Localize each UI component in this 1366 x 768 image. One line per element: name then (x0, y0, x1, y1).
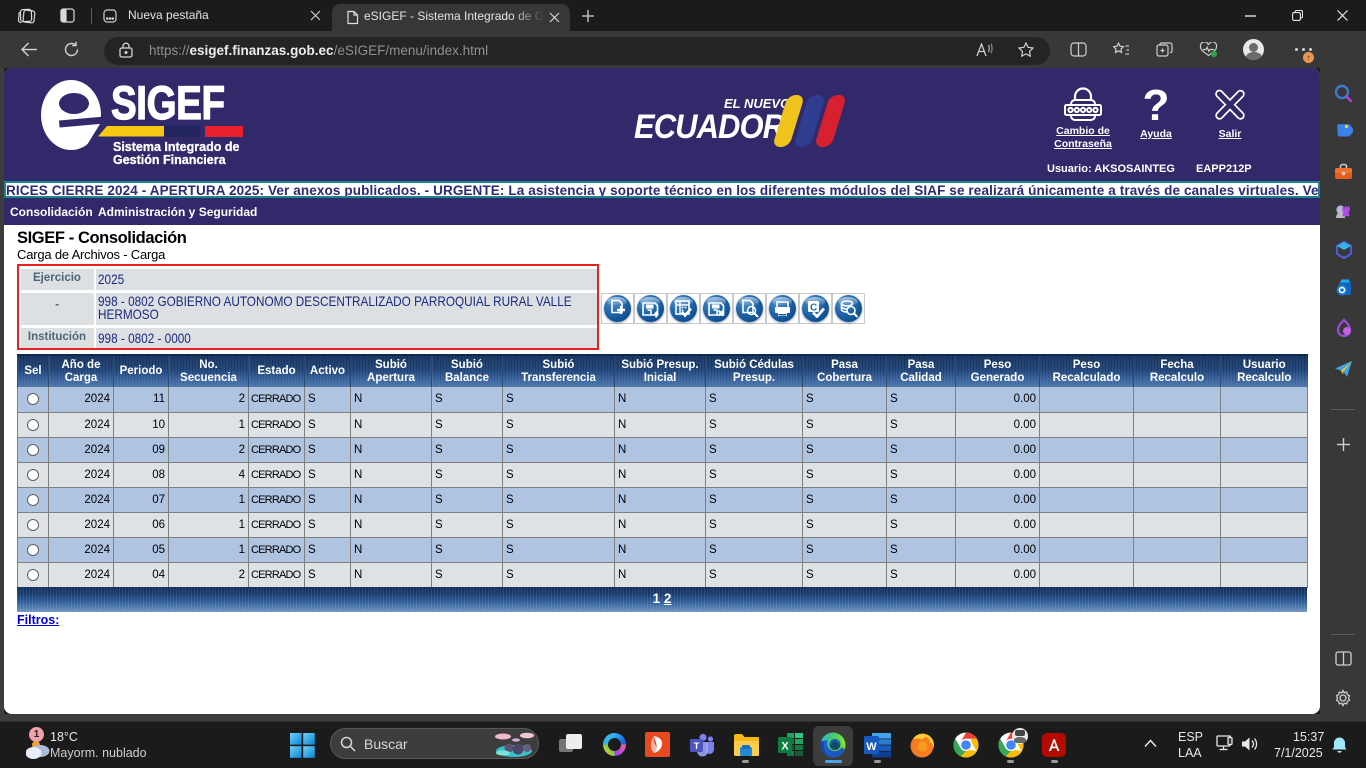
svg-text:X: X (781, 741, 789, 753)
svg-text:C: C (810, 303, 817, 314)
svg-text:T: T (694, 741, 700, 752)
svg-text:W: W (866, 741, 877, 753)
